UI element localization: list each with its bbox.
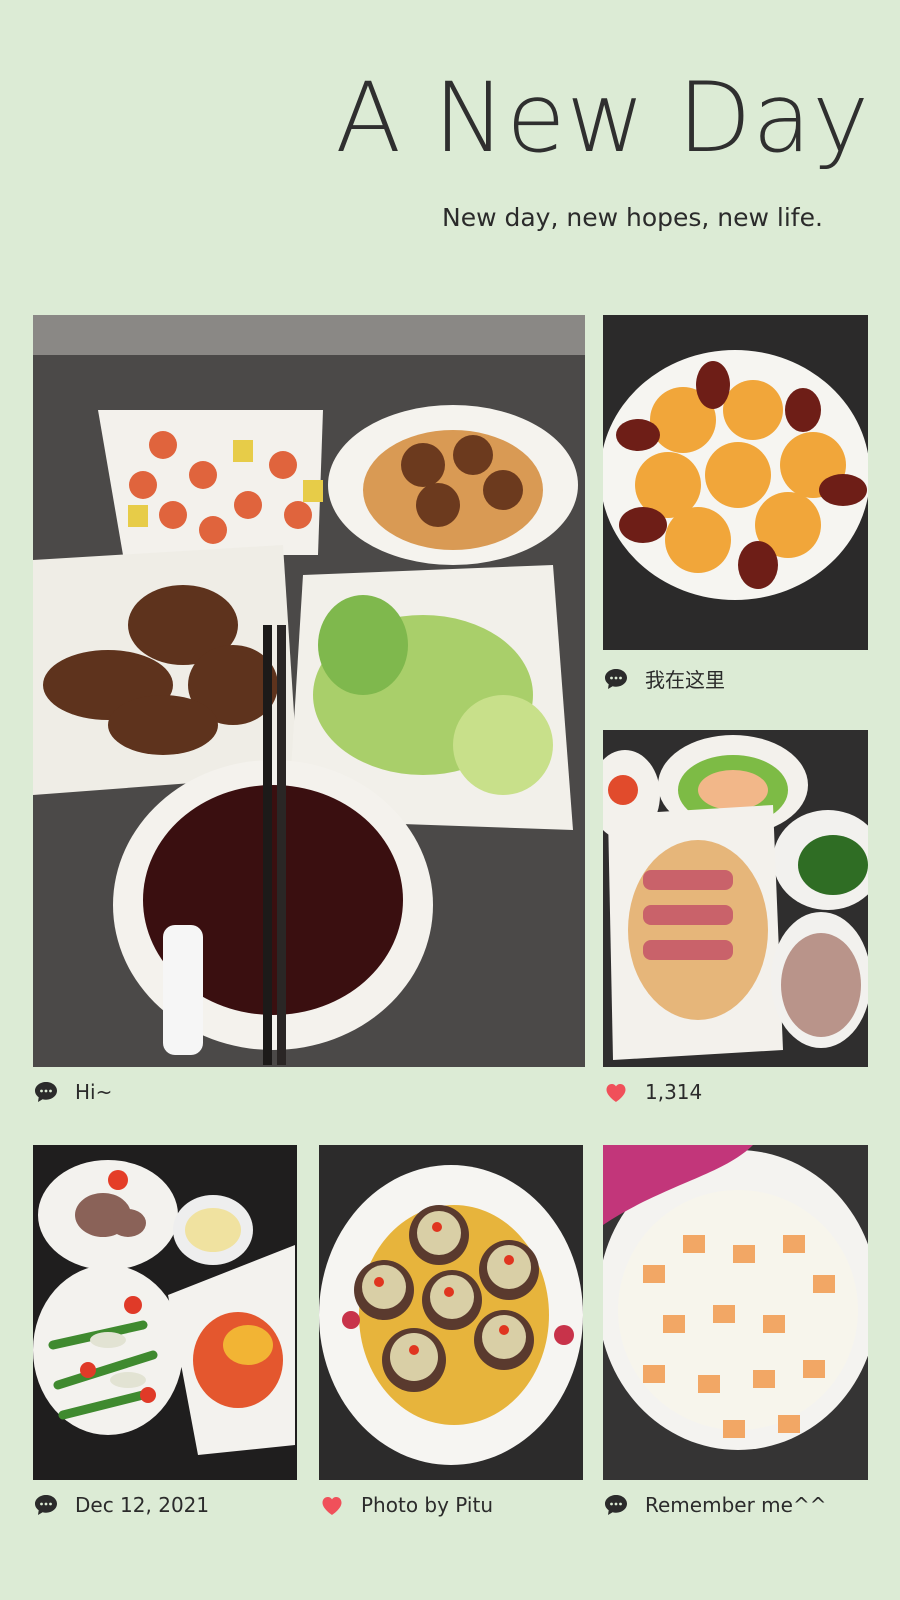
photo-bottom-right[interactable]	[603, 1145, 868, 1480]
photo-bottom-mid[interactable]	[319, 1145, 583, 1480]
caption-text: 我在这里	[645, 668, 725, 692]
caption-text: Photo by Pitu	[361, 1493, 493, 1517]
photo-main[interactable]	[33, 315, 585, 1067]
photo-mid-right[interactable]	[603, 730, 868, 1067]
caption-bottom-mid: Photo by Pitu	[319, 1493, 493, 1517]
page-title: A New Day	[335, 62, 870, 174]
caption-text: Hi~	[75, 1080, 113, 1104]
photo-bottom-left[interactable]	[33, 1145, 297, 1480]
caption-bottom-right: Remember me^^	[603, 1493, 826, 1517]
heart-icon[interactable]	[603, 1080, 629, 1104]
caption-main: Hi~	[33, 1080, 112, 1104]
chat-icon[interactable]	[33, 1493, 59, 1517]
page-subtitle: New day, new hopes, new life.	[442, 203, 823, 232]
caption-bottom-left: Dec 12, 2021	[33, 1493, 209, 1517]
caption-mid-right: 1,314	[603, 1080, 702, 1104]
caption-text: Dec 12, 2021	[75, 1493, 210, 1517]
chat-icon[interactable]	[33, 1080, 59, 1104]
photo-top-right[interactable]	[603, 315, 868, 650]
chat-icon[interactable]	[603, 1493, 629, 1517]
heart-icon[interactable]	[319, 1493, 345, 1517]
chat-icon[interactable]	[603, 667, 629, 691]
caption-text: 1,314	[645, 1080, 703, 1104]
caption-top-right: 我在这里	[603, 664, 725, 693]
caption-text: Remember me^^	[645, 1493, 827, 1517]
